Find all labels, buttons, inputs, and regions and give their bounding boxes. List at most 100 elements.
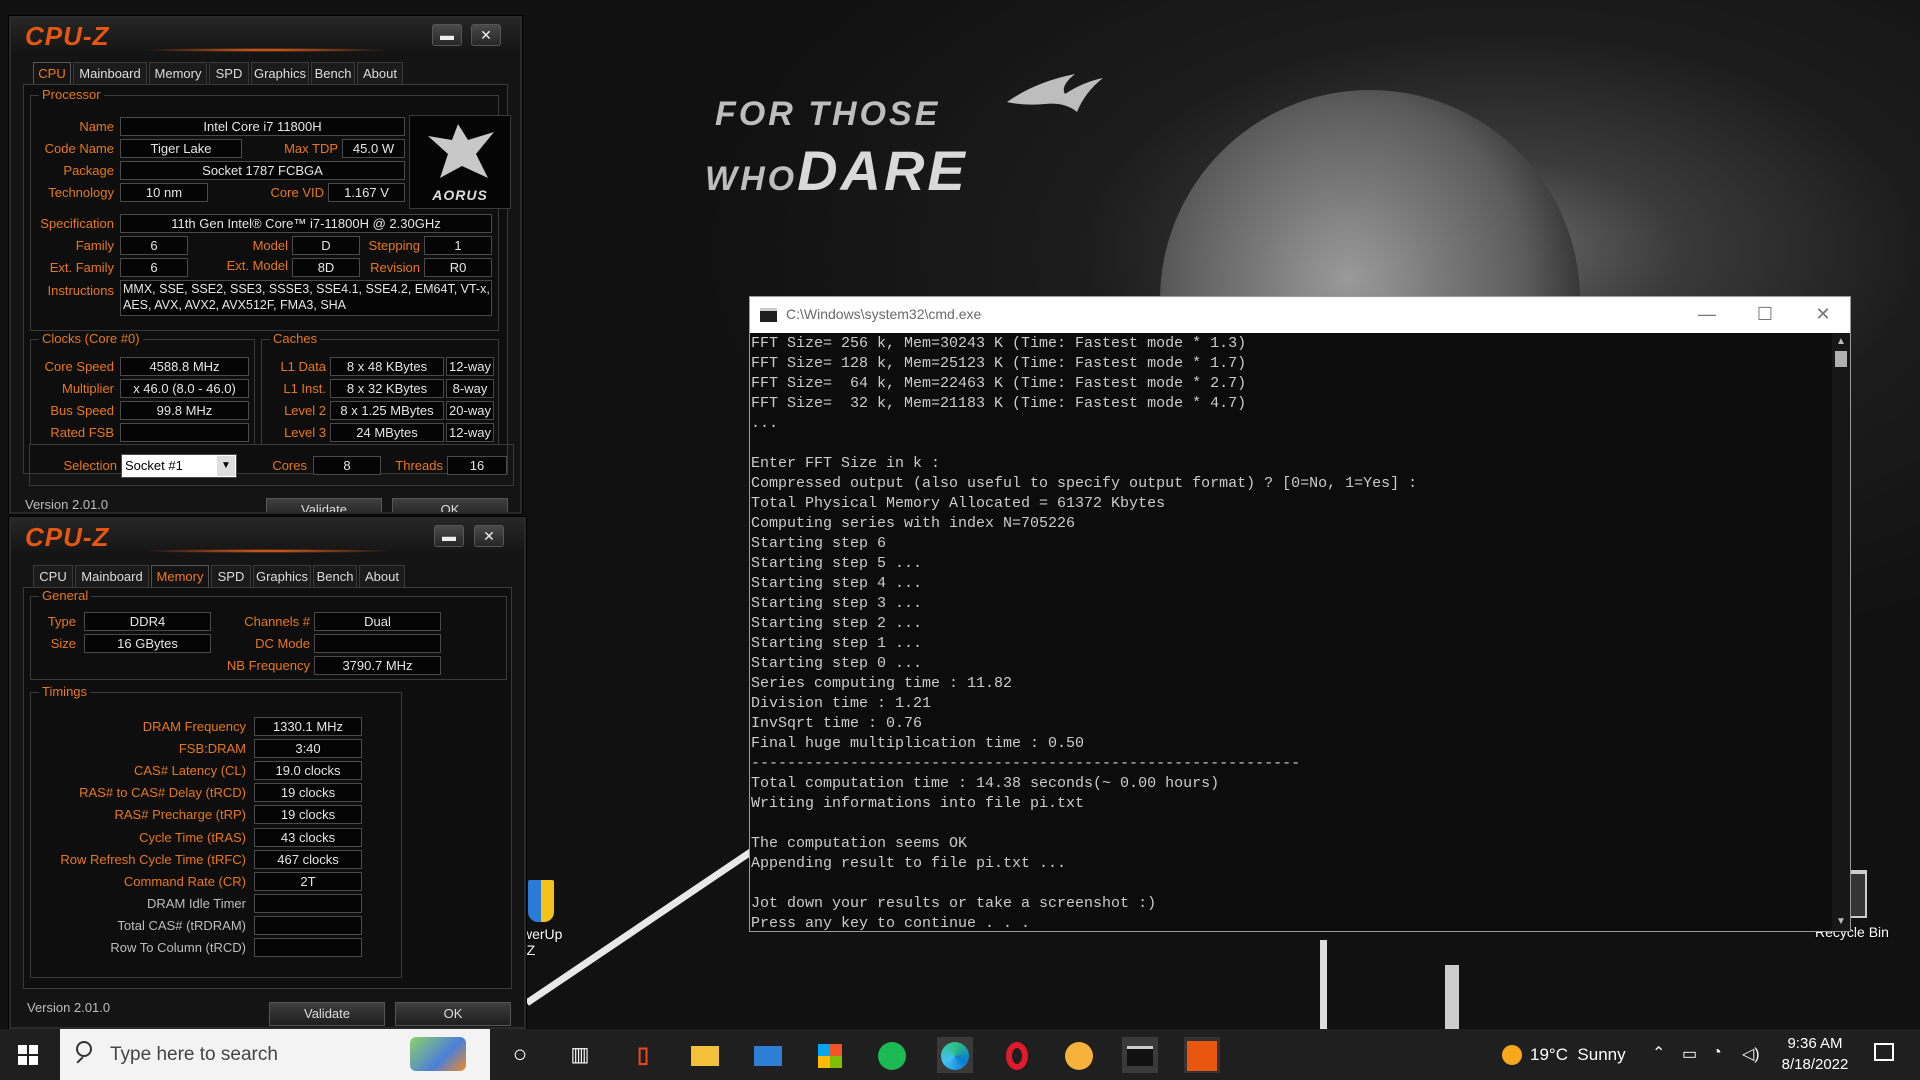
search-icon: [76, 1041, 92, 1057]
minimize-button[interactable]: —: [1678, 297, 1736, 333]
threads-count: 16: [447, 456, 507, 475]
mail-icon[interactable]: [750, 1037, 786, 1073]
office-icon[interactable]: ▯: [625, 1037, 661, 1073]
version-label: Version 2.01.0: [25, 497, 109, 512]
scroll-up-icon[interactable]: ▲: [1832, 333, 1850, 351]
timing-label: Row To Column (tRCD): [110, 940, 246, 955]
cortana-icon[interactable]: ○: [502, 1037, 538, 1073]
close-button[interactable]: ✕: [474, 525, 504, 547]
clock-time[interactable]: 9:36 AM: [1780, 1035, 1850, 1052]
console-icon: [760, 308, 777, 322]
cmd-window[interactable]: C:\Windows\system32\cmd.exe — ☐ ✕ FFT Si…: [749, 296, 1851, 932]
search-highlight-icon: [410, 1037, 466, 1071]
console-line: Enter FFT Size in k :: [751, 455, 941, 472]
console-line: FFT Size= 256 k, Mem=30243 K (Time: Fast…: [751, 335, 1247, 352]
chevron-down-icon[interactable]: ▼: [217, 456, 235, 476]
tab-mainboard[interactable]: Mainboard: [75, 565, 149, 587]
wallpaper-tagline: FOR THOSE: [715, 95, 941, 133]
console-line: The computation seems OK: [751, 835, 968, 852]
tab-mainboard[interactable]: Mainboard: [73, 62, 147, 84]
tab-memory[interactable]: Memory: [149, 62, 207, 84]
taskbar: Type here to search ○ ▥ ▯ 19°C Sunny ⌃ ▭…: [0, 1029, 1920, 1080]
close-button[interactable]: ✕: [471, 24, 501, 46]
timing-label: DRAM Idle Timer: [147, 896, 246, 911]
level-3: 24 MBytes: [330, 423, 444, 442]
cmd-taskbar-icon[interactable]: [1122, 1037, 1158, 1073]
tab-spd[interactable]: SPD: [209, 62, 249, 84]
cpuz-window-cpu[interactable]: CPU-Z ▬ ✕ CPU Mainboard Memory SPD Graph…: [9, 16, 522, 514]
shield-icon: [528, 880, 554, 922]
spotify-icon[interactable]: [874, 1037, 910, 1073]
close-button[interactable]: ✕: [1794, 297, 1852, 333]
title-bar[interactable]: CPU-Z ▬ ✕: [11, 18, 520, 52]
desktop-icon-powerup[interactable]: werUp -Z: [522, 880, 582, 958]
tab-cpu[interactable]: CPU: [33, 565, 73, 587]
max-tdp: 45.0 W: [342, 139, 405, 158]
task-view-icon[interactable]: ▥: [562, 1037, 598, 1073]
validate-button[interactable]: Validate: [266, 498, 382, 512]
cpuz-taskbar-icon[interactable]: [1184, 1037, 1220, 1073]
tab-bench[interactable]: Bench: [313, 565, 357, 587]
emoji-app-icon[interactable]: [1061, 1037, 1097, 1073]
console-line: Jot down your results or take a screensh…: [751, 895, 1157, 912]
cpuz-logo: CPU-Z: [25, 21, 110, 51]
multiplier: x 46.0 (8.0 - 46.0): [120, 379, 249, 398]
cpuz-logo: CPU-Z: [25, 522, 110, 552]
volume-icon[interactable]: ◁): [1742, 1044, 1760, 1064]
tab-about[interactable]: About: [357, 62, 403, 84]
tab-bench[interactable]: Bench: [311, 62, 355, 84]
opera-icon[interactable]: [999, 1037, 1035, 1073]
maximize-button[interactable]: ☐: [1736, 297, 1794, 333]
search-box[interactable]: Type here to search: [60, 1029, 490, 1080]
validate-button[interactable]: Validate: [269, 1002, 385, 1026]
l1-inst: 8 x 32 KBytes: [330, 379, 444, 398]
window-title: C:\Windows\system32\cmd.exe: [786, 306, 982, 322]
minimize-button[interactable]: ▬: [432, 24, 462, 46]
ok-button[interactable]: OK: [395, 1002, 511, 1026]
tab-about[interactable]: About: [359, 565, 405, 587]
minimize-button[interactable]: ▬: [434, 525, 464, 547]
version-label: Version 2.01.0: [27, 1000, 111, 1015]
title-bar[interactable]: CPU-Z ▬ ✕: [11, 519, 524, 553]
timing-value: [254, 938, 362, 957]
cpuz-window-memory[interactable]: CPU-Z ▬ ✕ CPU Mainboard Memory SPD Graph…: [9, 517, 526, 1029]
scrollbar[interactable]: ▲ ▼: [1832, 333, 1850, 931]
tab-graphics[interactable]: Graphics: [253, 565, 311, 587]
console-line: Starting step 1 ...: [751, 635, 923, 652]
scroll-down-icon[interactable]: ▼: [1832, 913, 1850, 931]
console-line: Starting step 0 ...: [751, 655, 923, 672]
console-output[interactable]: FFT Size= 256 k, Mem=30243 K (Time: Fast…: [750, 334, 1830, 934]
tab-cpu[interactable]: CPU: [33, 62, 71, 85]
chevron-up-icon[interactable]: ⌃: [1652, 1043, 1665, 1063]
socket-select[interactable]: Socket #1 ▼: [121, 454, 237, 478]
console-line: Appending result to file pi.txt ...: [751, 855, 1067, 872]
scrollbar-thumb[interactable]: [1835, 351, 1847, 367]
microsoft-store-icon[interactable]: [812, 1037, 848, 1073]
tab-spd[interactable]: SPD: [211, 565, 251, 587]
title-bar[interactable]: C:\Windows\system32\cmd.exe — ☐ ✕: [750, 297, 1850, 333]
console-line: Compressed output (also useful to specif…: [751, 475, 1418, 492]
weather-text[interactable]: 19°C Sunny: [1530, 1045, 1626, 1065]
timing-value: [254, 916, 362, 935]
windows-start-icon[interactable]: [18, 1045, 38, 1065]
l1-inst-way: 8-way: [446, 379, 494, 398]
clock-date[interactable]: 8/18/2022: [1774, 1056, 1856, 1073]
timing-value: 2T: [254, 872, 362, 891]
wifi-icon[interactable]: ◔: [1712, 1044, 1722, 1062]
ok-button[interactable]: OK: [392, 498, 508, 512]
weather-sun-icon: [1502, 1045, 1522, 1065]
console-line: Total Physical Memory Allocated = 61372 …: [751, 495, 1166, 512]
edge-icon[interactable]: [937, 1037, 973, 1073]
bus-speed: 99.8 MHz: [120, 401, 249, 420]
core-vid: 1.167 V: [328, 183, 405, 202]
console-line: Total computation time : 14.38 seconds(~…: [751, 775, 1220, 792]
battery-icon[interactable]: ▭: [1682, 1044, 1697, 1064]
tab-memory[interactable]: Memory: [151, 565, 209, 588]
notification-icon[interactable]: [1874, 1043, 1894, 1061]
console-line: Writing informations into file pi.txt: [751, 795, 1085, 812]
timing-label: DRAM Frequency: [142, 719, 246, 734]
ext-family: 6: [120, 258, 188, 277]
tab-graphics[interactable]: Graphics: [251, 62, 309, 84]
file-explorer-icon[interactable]: [687, 1037, 723, 1073]
